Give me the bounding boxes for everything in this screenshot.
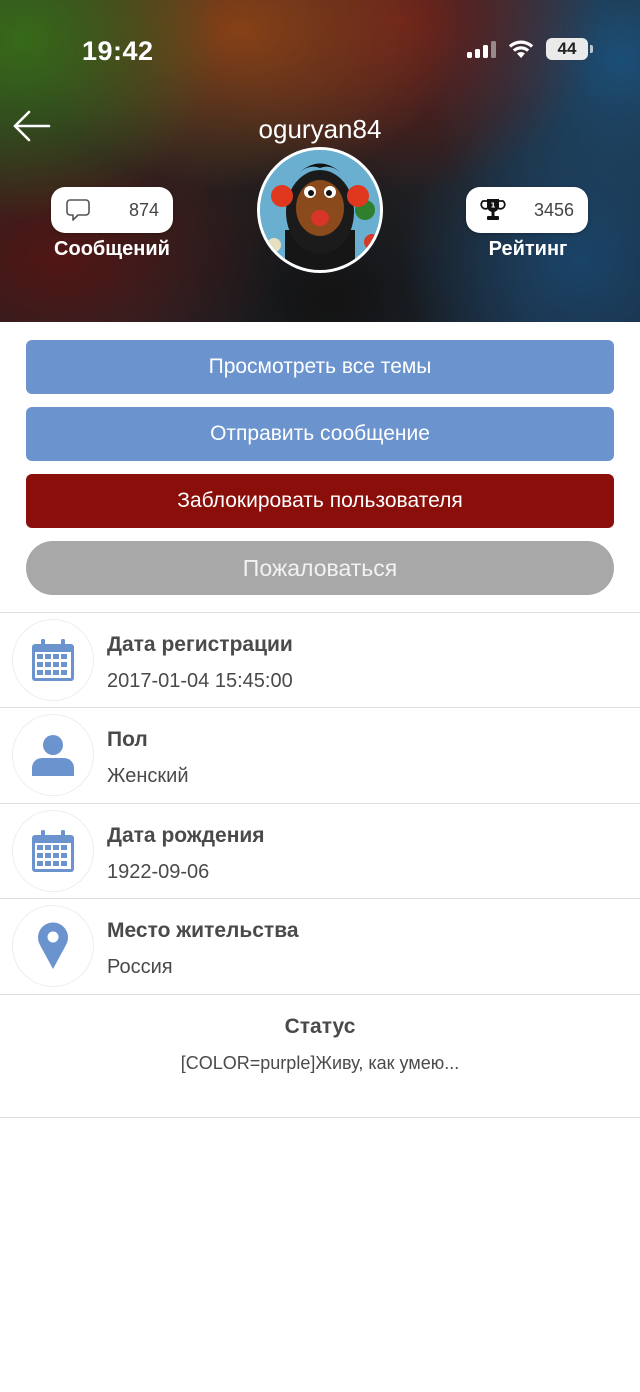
calendar-icon [32, 830, 74, 872]
report-button[interactable]: Пожаловаться [26, 541, 614, 595]
signal-icon [467, 40, 496, 58]
messages-count-pill[interactable]: 874 [51, 187, 173, 233]
messages-count: 874 [128, 199, 159, 220]
trophy-icon: 1 [480, 199, 506, 220]
svg-text:1: 1 [491, 202, 496, 210]
rating-pill[interactable]: 1 3456 [466, 187, 588, 233]
status-icons: 44 [467, 38, 593, 60]
user-status-section: Статус [COLOR=purple]Живу, как умею... [0, 994, 640, 1118]
info-value: 2017-01-04 15:45:00 [107, 670, 293, 692]
view-all-topics-button[interactable]: Просмотреть все темы [26, 340, 614, 394]
info-value: Россия [107, 956, 173, 978]
status-title: Статус [284, 1015, 356, 1038]
send-message-button[interactable]: Отправить сообщение [26, 407, 614, 461]
info-title: Дата рождения [107, 824, 265, 847]
info-row-registration-date: Дата регистрации 2017-01-04 15:45:00 [0, 612, 640, 707]
profile-header: 19:42 44 oguryan84 874 Сообщений 1 3456 … [0, 0, 640, 322]
rating-label: Рейтинг [488, 238, 568, 260]
rating-value: 3456 [533, 199, 574, 220]
battery-icon: 44 [546, 38, 593, 60]
calendar-icon [32, 639, 74, 681]
info-row-location: Место жительства Россия [0, 898, 640, 993]
battery-level: 44 [557, 39, 577, 58]
info-row-gender: Пол Женский [0, 707, 640, 802]
person-icon [32, 735, 74, 776]
chat-bubble-icon [66, 199, 90, 221]
info-value: 1922-09-06 [107, 861, 210, 883]
profile-username: oguryan84 [258, 114, 382, 144]
status-time: 19:42 [82, 36, 154, 66]
messages-label: Сообщений [54, 238, 170, 260]
info-value: Женский [107, 765, 189, 787]
map-pin-icon [38, 922, 68, 969]
info-title: Пол [107, 728, 148, 751]
info-title: Дата регистрации [107, 633, 293, 656]
avatar-image [260, 150, 380, 270]
wifi-icon [508, 40, 534, 58]
info-title: Место жительства [107, 919, 299, 942]
info-row-birth-date: Дата рождения 1922-09-06 [0, 803, 640, 898]
profile-avatar[interactable] [257, 147, 383, 273]
block-user-button[interactable]: Заблокировать пользователя [26, 474, 614, 528]
status-text: [COLOR=purple]Живу, как умею... [180, 1053, 460, 1073]
